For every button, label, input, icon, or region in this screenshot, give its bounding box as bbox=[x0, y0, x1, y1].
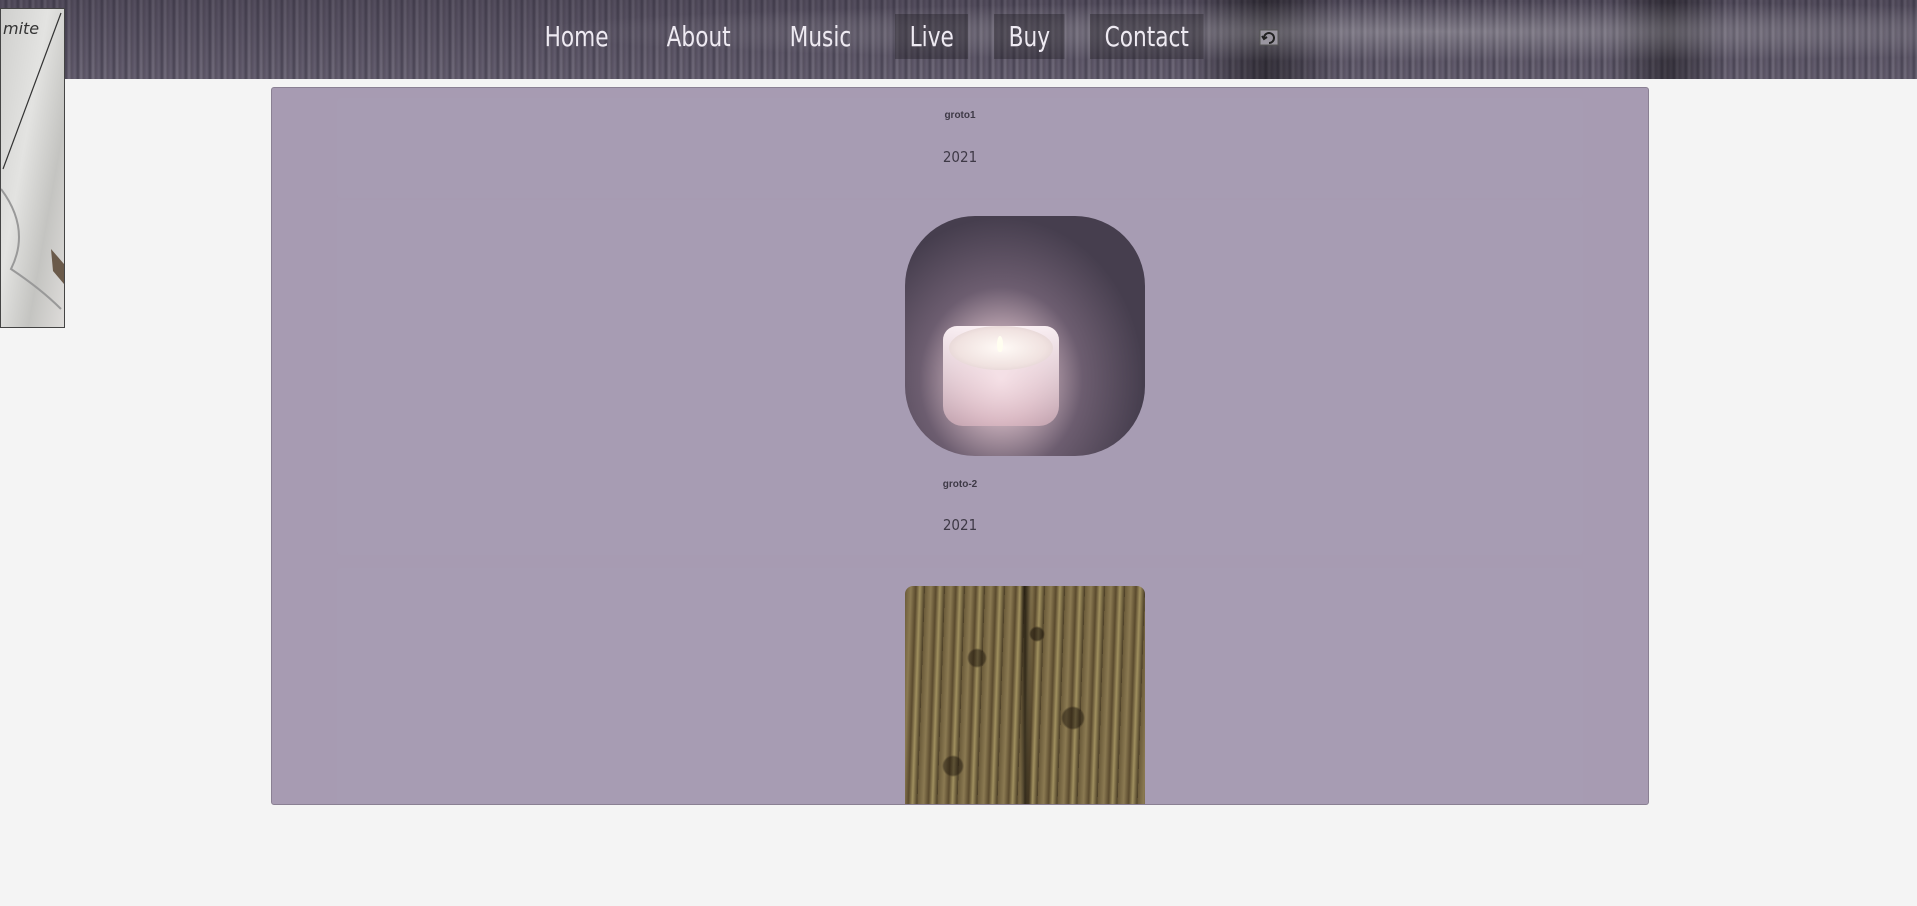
release-card: groto-2 2021 bbox=[337, 200, 1583, 555]
music-panel: groto1 2021 groto-2 2021 bbox=[271, 87, 1649, 805]
candle-cover-image[interactable] bbox=[905, 216, 1145, 456]
wood-bark-cover-image[interactable] bbox=[905, 586, 1145, 804]
release-year: 2021 bbox=[942, 148, 978, 166]
nav-buy-link[interactable]: Buy bbox=[994, 14, 1065, 59]
side-thumbnail-text: mite bbox=[3, 19, 40, 38]
refresh-icon[interactable] bbox=[1258, 26, 1280, 48]
main-nav: Home About Music Live Buy Contact bbox=[530, 14, 1280, 59]
release-card bbox=[337, 568, 1583, 804]
side-album-thumbnail[interactable]: mite bbox=[0, 8, 65, 328]
release-title: groto-2 bbox=[942, 479, 978, 490]
release-title: groto1 bbox=[944, 110, 976, 121]
release-year: 2021 bbox=[942, 516, 978, 534]
nav-about-link[interactable]: About bbox=[652, 14, 745, 59]
candle-flame-shape bbox=[997, 336, 1003, 352]
release-card: groto1 2021 bbox=[337, 98, 1583, 198]
site-header: Home About Music Live Buy Contact bbox=[0, 0, 1917, 79]
nav-contact-link[interactable]: Contact bbox=[1090, 14, 1204, 59]
nav-home-link[interactable]: Home bbox=[530, 14, 623, 59]
nav-music-link[interactable]: Music bbox=[775, 14, 866, 59]
nav-live-link[interactable]: Live bbox=[894, 14, 969, 59]
